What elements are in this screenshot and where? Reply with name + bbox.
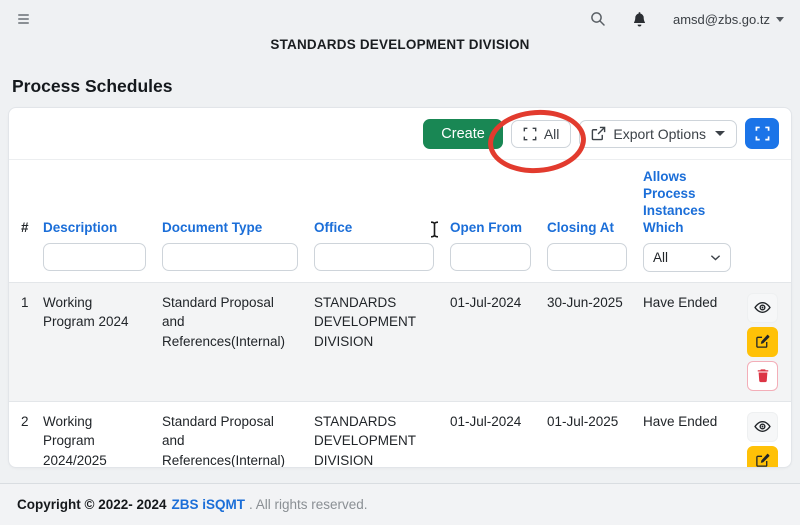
user-email: amsd@zbs.go.tz [673, 12, 770, 27]
fullscreen-icon [755, 126, 770, 141]
column-header-open-from[interactable]: Open From [442, 160, 539, 241]
document-type-filter-input[interactable] [162, 243, 298, 271]
office-filter-input[interactable] [314, 243, 434, 271]
create-button[interactable]: Create [423, 119, 503, 149]
chevron-down-icon [715, 131, 725, 136]
export-options-button[interactable]: Export Options [579, 120, 737, 148]
table-toolbar: Create All Export Options [9, 108, 791, 160]
edit-icon [755, 334, 770, 349]
allows-filter-select[interactable]: All [643, 243, 731, 272]
footer: Copyright © 2022- 2024 ZBS iSQMT . All r… [0, 483, 800, 525]
rights-text: . All rights reserved. [249, 497, 368, 512]
division-title: STANDARDS DEVELOPMENT DIVISION [0, 37, 800, 52]
eye-icon [754, 418, 771, 435]
eye-icon [754, 299, 771, 316]
search-icon[interactable] [590, 11, 606, 27]
cell-closing-at: 01-Jul-2025 [539, 401, 635, 468]
delete-button[interactable] [747, 361, 778, 391]
column-header-allows[interactable]: Allows Process Instances Which [635, 160, 739, 241]
table-row: 2 Working Program 2024/2025 Standard Pro… [9, 401, 791, 468]
edit-button[interactable] [747, 446, 778, 469]
fullscreen-button[interactable] [745, 118, 779, 149]
description-filter-input[interactable] [43, 243, 146, 271]
copyright-text: Copyright © 2022- 2024 [17, 497, 167, 512]
closing-at-filter-input[interactable] [547, 243, 627, 271]
trash-icon [756, 368, 770, 383]
process-schedules-card: Create All Export Options # Description … [8, 107, 792, 468]
chevron-down-icon [776, 17, 784, 22]
cell-description: Working Program 2024/2025 [35, 401, 154, 468]
cell-allows: Have Ended [635, 401, 739, 468]
edit-icon [755, 453, 770, 468]
cell-open-from: 01-Jul-2024 [442, 401, 539, 468]
chevron-down-icon [710, 252, 721, 263]
export-icon [591, 126, 606, 141]
topbar: amsd@zbs.go.tz [0, 0, 800, 30]
view-button[interactable] [747, 412, 778, 442]
cell-office: STANDARDS DEVELOPMENT DIVISION [306, 282, 442, 401]
cell-open-from: 01-Jul-2024 [442, 282, 539, 401]
column-header-office[interactable]: Office [306, 160, 442, 241]
menu-toggle-icon[interactable] [16, 12, 31, 26]
process-schedules-table: # Description Document Type Office Open … [9, 160, 791, 468]
open-from-filter-input[interactable] [450, 243, 531, 271]
notifications-bell-icon[interactable] [632, 11, 647, 27]
column-header-document-type[interactable]: Document Type [154, 160, 306, 241]
column-header-num[interactable]: # [9, 160, 35, 241]
cell-document-type: Standard Proposal and References(Interna… [154, 282, 306, 401]
user-account-dropdown[interactable]: amsd@zbs.go.tz [673, 12, 784, 27]
column-header-actions [739, 160, 791, 241]
cell-document-type: Standard Proposal and References(Interna… [154, 401, 306, 468]
column-header-description[interactable]: Description [35, 160, 154, 241]
show-all-button[interactable]: All [511, 120, 572, 148]
cell-allows: Have Ended [635, 282, 739, 401]
edit-button[interactable] [747, 327, 778, 357]
filter-row: All [9, 241, 791, 283]
cell-office: STANDARDS DEVELOPMENT DIVISION [306, 401, 442, 468]
cell-description: Working Program 2024 [35, 282, 154, 401]
header-row: # Description Document Type Office Open … [9, 160, 791, 241]
expand-brackets-icon [523, 127, 537, 141]
view-button[interactable] [747, 293, 778, 323]
page-title: Process Schedules [12, 76, 800, 97]
table-row: 1 Working Program 2024 Standard Proposal… [9, 282, 791, 401]
brand-link[interactable]: ZBS iSQMT [172, 497, 246, 512]
column-header-closing-at[interactable]: Closing At [539, 160, 635, 241]
cell-closing-at: 30-Jun-2025 [539, 282, 635, 401]
